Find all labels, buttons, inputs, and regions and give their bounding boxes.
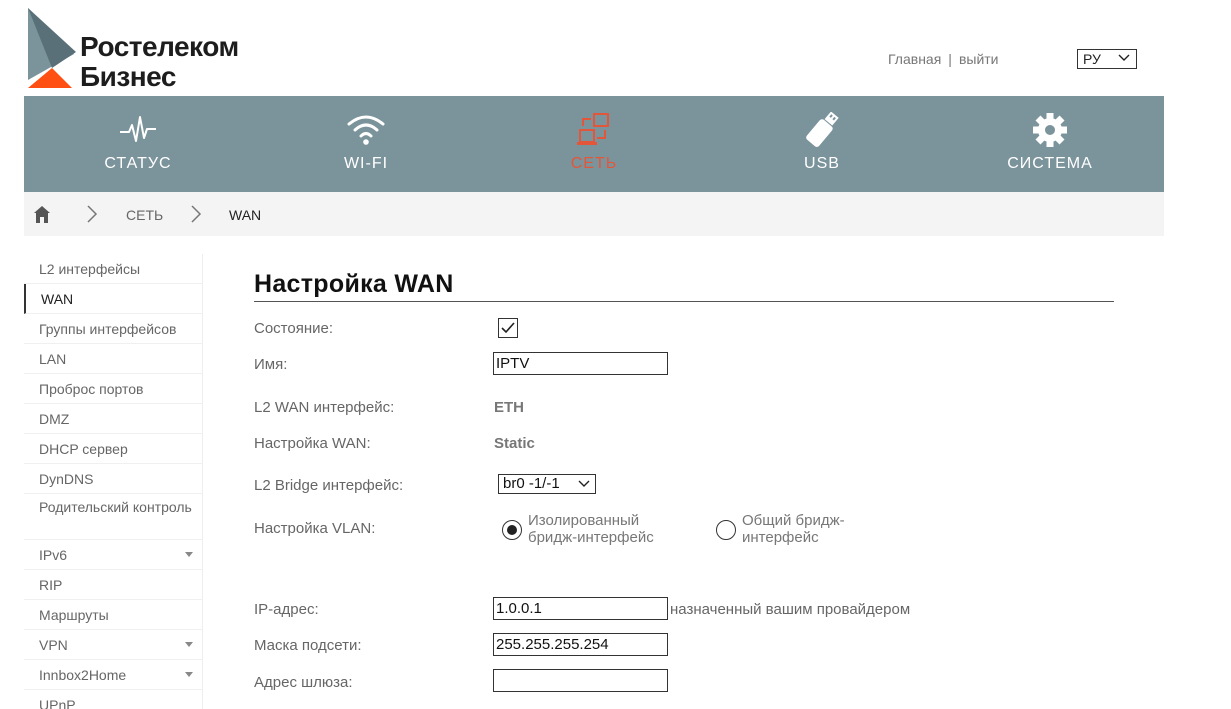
caret-down-icon: [185, 642, 193, 647]
main-navbar: СТАТУС WI-FI СЕТЬ USB СИСТЕМА: [24, 96, 1164, 192]
ip-address-hint: назначенный вашим провайдером: [670, 601, 911, 618]
wifi-icon: [347, 115, 385, 145]
link-separator: |: [948, 51, 952, 67]
network-icon: [577, 113, 609, 145]
brand-line2: Бизнес: [80, 61, 176, 92]
sidebar-item-label: VPN: [39, 637, 68, 653]
gateway-label: Адрес шлюза:: [254, 674, 353, 691]
page-title: Настройка WAN: [254, 270, 1114, 302]
sidebar-item-parental-control[interactable]: Родительский контроль: [24, 494, 202, 540]
l2-bridge-value: br0 -1/-1: [503, 475, 560, 492]
wan-setup-value: Static: [494, 435, 535, 452]
sidebar-item-dyndns[interactable]: DynDNS: [24, 464, 202, 494]
caret-down-icon: [185, 552, 193, 557]
chevron-right-icon: [87, 205, 98, 223]
state-label: Состояние:: [254, 320, 334, 337]
caret-down-icon: [185, 672, 193, 677]
ip-address-label: IP-адрес:: [254, 601, 319, 618]
language-select[interactable]: РУ: [1077, 49, 1137, 69]
sidebar-item-ipv6[interactable]: IPv6: [24, 540, 202, 570]
sidebar-item-label: IPv6: [39, 547, 68, 563]
breadcrumb: СЕТЬ WAN: [24, 192, 1164, 236]
breadcrumb-section[interactable]: СЕТЬ: [126, 207, 163, 223]
sidebar: L2 интерфейсы WAN Группы интерфейсов LAN…: [24, 254, 203, 709]
vlan-setup-label: Настройка VLAN:: [254, 520, 376, 537]
sidebar-item-label: Innbox2Home: [39, 667, 127, 683]
name-input[interactable]: [493, 352, 668, 375]
pulse-icon: [120, 116, 156, 142]
vlan-shared-radio[interactable]: [716, 520, 736, 540]
brand-name: Ростелеком Бизнес: [80, 32, 239, 92]
sidebar-item-routes[interactable]: Маршруты: [24, 600, 202, 630]
sidebar-item-dhcp-server[interactable]: DHCP сервер: [24, 434, 202, 464]
l2-wan-interface-label: L2 WAN интерфейс:: [254, 399, 395, 416]
nav-wifi[interactable]: WI-FI: [252, 96, 480, 192]
nav-system[interactable]: СИСТЕМА: [936, 96, 1164, 192]
breadcrumb-current: WAN: [229, 207, 262, 223]
name-label: Имя:: [254, 356, 288, 373]
sidebar-item-port-forwarding[interactable]: Проброс портов: [24, 374, 202, 404]
top-links: Главная | выйти: [888, 51, 999, 67]
gateway-input[interactable]: [493, 669, 668, 692]
ip-address-input[interactable]: [493, 597, 668, 620]
state-checkbox[interactable]: [498, 318, 518, 338]
sidebar-item-innbox2home[interactable]: Innbox2Home: [24, 660, 202, 690]
sidebar-item-dmz[interactable]: DMZ: [24, 404, 202, 434]
usb-icon: [806, 112, 839, 147]
wan-setup-label: Настройка WAN:: [254, 435, 371, 452]
nav-usb[interactable]: USB: [708, 96, 936, 192]
chevron-right-icon: [191, 205, 202, 223]
vlan-shared-label[interactable]: Общий бридж-интерфейс: [742, 512, 857, 546]
gear-icon: [1033, 113, 1067, 147]
nav-status[interactable]: СТАТУС: [24, 96, 252, 192]
l2-bridge-label: L2 Bridge интерфейс:: [254, 477, 404, 494]
checkmark-icon: [501, 322, 515, 334]
nav-usb-label: USB: [804, 155, 840, 172]
logo[interactable]: Ростелеком Бизнес: [24, 6, 284, 92]
sidebar-item-lan[interactable]: LAN: [24, 344, 202, 374]
sidebar-item-upnp[interactable]: UPnP: [24, 690, 202, 709]
sidebar-item-l2-interfaces[interactable]: L2 интерфейсы: [24, 254, 202, 284]
subnet-mask-input[interactable]: [493, 633, 668, 656]
sidebar-item-interface-groups[interactable]: Группы интерфейсов: [24, 314, 202, 344]
brand-line1: Ростелеком: [80, 31, 239, 62]
chevron-down-icon: [1118, 51, 1130, 69]
sidebar-item-wan[interactable]: WAN: [24, 284, 202, 314]
l2-wan-interface-value: ETH: [494, 399, 524, 416]
chevron-down-icon: [578, 476, 590, 494]
language-value: РУ: [1083, 51, 1101, 67]
sidebar-item-vpn[interactable]: VPN: [24, 630, 202, 660]
vlan-isolated-label[interactable]: Изолированный бридж-интерфейс: [528, 512, 658, 546]
home-link[interactable]: Главная: [888, 51, 941, 67]
home-icon[interactable]: [34, 206, 50, 223]
sidebar-item-rip[interactable]: RIP: [24, 570, 202, 600]
nav-status-label: СТАТУС: [104, 155, 172, 172]
vlan-isolated-radio[interactable]: [502, 520, 522, 540]
subnet-mask-label: Маска подсети:: [254, 637, 362, 654]
nav-network-label: СЕТЬ: [570, 155, 618, 172]
l2-bridge-select[interactable]: br0 -1/-1: [498, 474, 596, 494]
nav-wifi-label: WI-FI: [343, 155, 389, 172]
nav-system-label: СИСТЕМА: [1007, 155, 1093, 172]
wan-settings-panel: Настройка WAN: [254, 270, 1114, 302]
logout-link[interactable]: выйти: [959, 51, 999, 67]
rostelecom-logo-icon: [28, 8, 76, 88]
nav-network[interactable]: СЕТЬ: [480, 96, 708, 192]
